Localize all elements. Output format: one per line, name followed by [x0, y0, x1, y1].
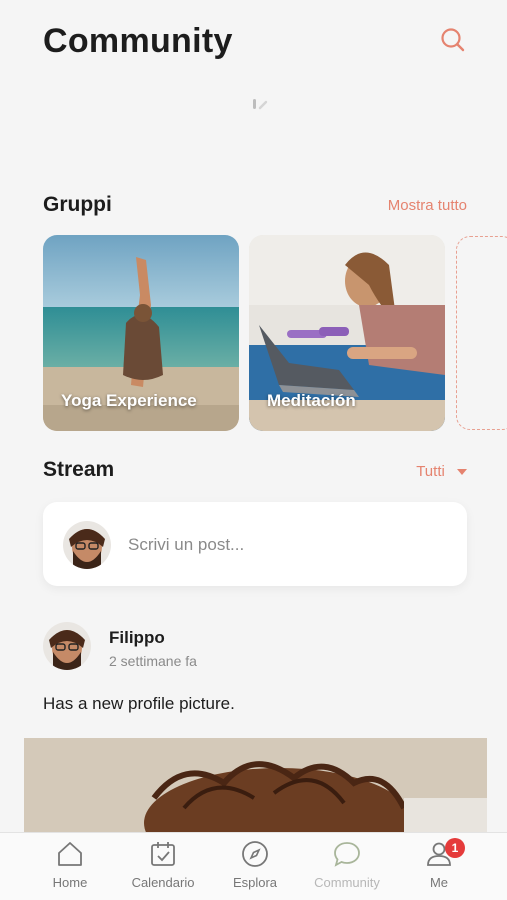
tab-me[interactable]: Me 1: [394, 838, 484, 897]
tab-community[interactable]: Community: [302, 839, 392, 897]
tab-explore[interactable]: Esplora: [210, 839, 300, 897]
stream-filter-label: Tutti: [416, 463, 445, 480]
group-label: Meditación: [267, 391, 356, 410]
post-image[interactable]: [24, 738, 487, 834]
search-icon[interactable]: [439, 26, 467, 54]
avatar: [63, 521, 111, 569]
see-all-link[interactable]: Mostra tutto: [388, 197, 467, 214]
tab-home[interactable]: Home: [25, 839, 115, 897]
post-timestamp: 2 settimane fa: [109, 653, 197, 669]
header: Community: [43, 22, 477, 72]
community-screen: Community Gruppi Mostra tutto Yoga Exper…: [0, 0, 507, 900]
notification-badge: 1: [445, 838, 465, 858]
stream-filter-dropdown[interactable]: Tutti: [416, 463, 467, 480]
add-group-placeholder[interactable]: [456, 236, 507, 430]
group-label: Yoga Experience: [61, 391, 197, 410]
tab-label: Community: [314, 875, 380, 890]
page-title: Community: [43, 22, 233, 60]
chat-icon: [334, 842, 360, 867]
tab-label: Calendario: [131, 875, 195, 890]
groups-carousel: Yoga Experience Meditación: [43, 235, 507, 432]
compass-icon: [242, 841, 268, 867]
stream-header: Stream Tutti: [43, 458, 467, 486]
home-icon: [58, 842, 82, 866]
group-card-meditation[interactable]: Meditación: [249, 235, 445, 431]
calendar-icon: [151, 842, 175, 866]
composer-placeholder: Scrivi un post...: [128, 535, 245, 554]
tab-label: Home: [52, 875, 88, 890]
tab-calendar[interactable]: Calendario: [118, 839, 208, 897]
post-composer[interactable]: Scrivi un post...: [43, 502, 467, 586]
group-card-yoga[interactable]: Yoga Experience: [43, 235, 239, 431]
caret-down-icon: [457, 469, 467, 476]
post-text: Has a new profile picture.: [43, 694, 235, 713]
author-avatar[interactable]: [43, 622, 91, 670]
loading-spinner-icon: [250, 98, 270, 112]
post-author[interactable]: Filippo: [109, 628, 165, 648]
stream-title: Stream: [43, 458, 115, 481]
tab-label: Esplora: [232, 875, 278, 890]
bottom-tab-bar: Home Calendario Esplora Community Me 1: [0, 832, 507, 900]
tab-label: Me: [429, 875, 449, 890]
groups-header: Gruppi Mostra tutto: [43, 193, 467, 221]
